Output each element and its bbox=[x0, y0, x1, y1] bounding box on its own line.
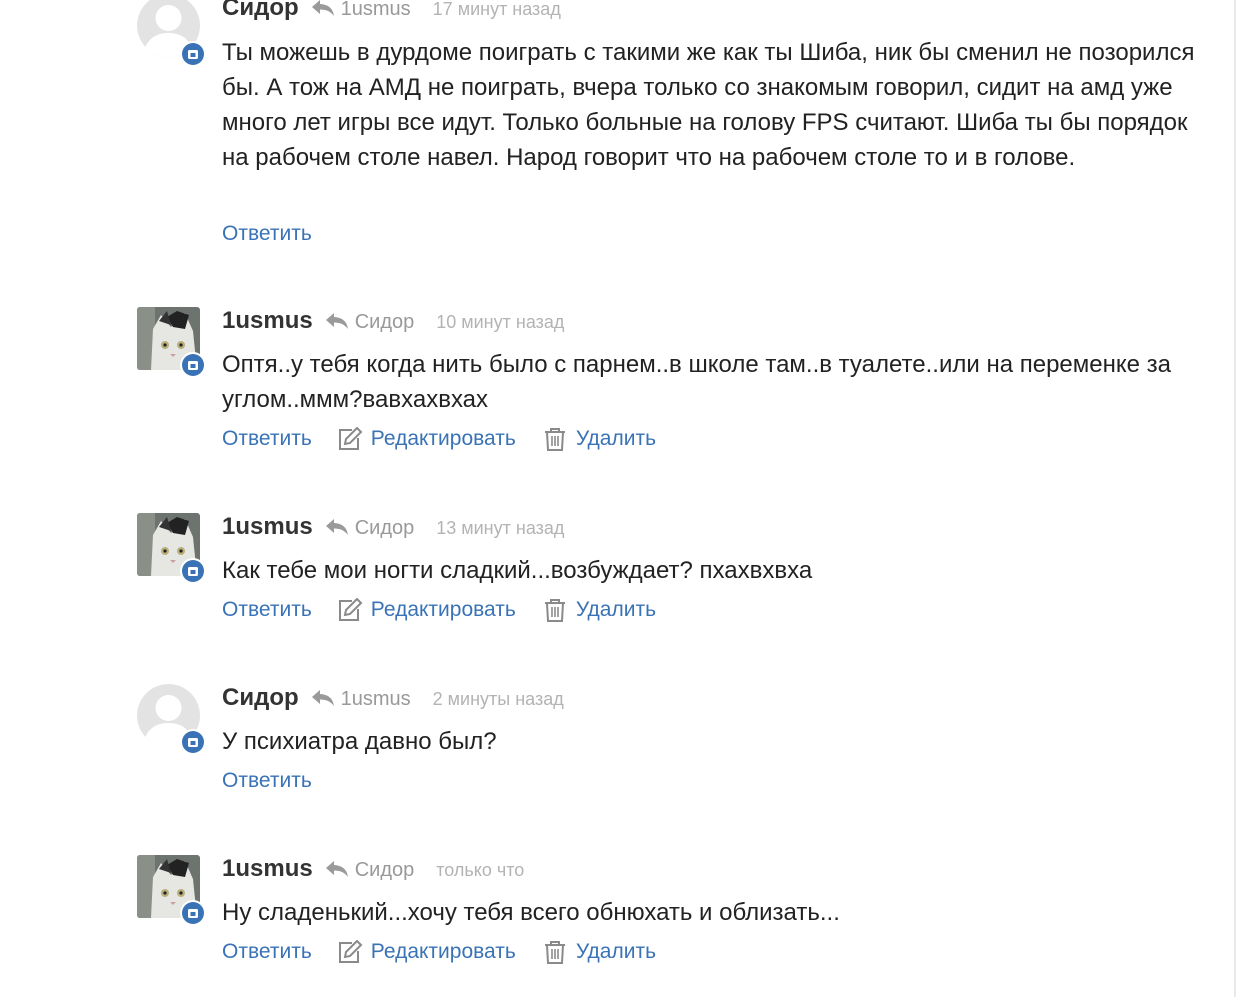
reply-arrow-icon bbox=[325, 860, 349, 878]
edit-button[interactable]: Редактировать bbox=[337, 426, 516, 451]
reply-button[interactable]: Ответить bbox=[222, 940, 312, 964]
camera-badge-icon bbox=[180, 729, 206, 755]
trash-icon bbox=[542, 427, 568, 451]
delete-label: Удалить bbox=[575, 940, 657, 963]
comment-time[interactable]: 2 минуты назад bbox=[433, 689, 564, 710]
comment-time[interactable]: только что bbox=[436, 860, 524, 881]
reply-button[interactable]: Ответить bbox=[222, 427, 312, 451]
comment-author[interactable]: Сидор bbox=[222, 0, 299, 22]
edit-label: Редактировать bbox=[370, 598, 516, 621]
pencil-edit-icon bbox=[337, 597, 363, 622]
delete-label: Удалить bbox=[575, 598, 657, 621]
camera-badge-icon bbox=[180, 900, 206, 926]
reply-arrow-icon bbox=[325, 312, 349, 330]
delete-button[interactable]: Удалить bbox=[542, 427, 656, 451]
delete-label: Удалить bbox=[575, 427, 657, 450]
comment-time[interactable]: 13 минут назад bbox=[436, 518, 564, 539]
pencil-edit-icon bbox=[337, 426, 363, 451]
reply-arrow-icon bbox=[325, 518, 349, 536]
trash-icon bbox=[542, 940, 568, 964]
reply-to-user[interactable]: 1usmus bbox=[341, 0, 411, 21]
reply-button[interactable]: Ответить bbox=[222, 222, 312, 246]
comment-text: Как тебе мои ногти сладкий...возбуждает?… bbox=[222, 557, 813, 584]
comment: 1usmus Сидор 10 минут назад Оптя..у тебя… bbox=[0, 305, 1234, 465]
reply-arrow-icon bbox=[311, 0, 335, 17]
comment-author[interactable]: 1usmus bbox=[222, 855, 313, 883]
comment: 1usmus Сидор только что Ну сладенький...… bbox=[0, 853, 1234, 983]
comment-author[interactable]: 1usmus bbox=[222, 513, 313, 541]
camera-badge-icon bbox=[180, 558, 206, 584]
camera-badge-icon bbox=[180, 352, 206, 378]
reply-to-user[interactable]: Сидор bbox=[355, 859, 415, 882]
comment: 1usmus Сидор 13 минут назад Как тебе мои… bbox=[0, 511, 1234, 641]
edit-label: Редактировать bbox=[370, 427, 516, 450]
reply-button[interactable]: Ответить bbox=[222, 598, 312, 622]
reply-to-user[interactable]: 1usmus bbox=[341, 688, 411, 711]
reply-button[interactable]: Ответить bbox=[222, 769, 312, 793]
comment-time[interactable]: 10 минут назад bbox=[436, 312, 564, 333]
comment: Сидор 1usmus 17 минут назад Ты можешь в … bbox=[0, 0, 1234, 270]
comment-author[interactable]: Сидор bbox=[222, 684, 299, 712]
pencil-edit-icon bbox=[337, 939, 363, 964]
comment: Сидор 1usmus 2 минуты назад У психиатра … bbox=[0, 682, 1234, 812]
comment-author[interactable]: 1usmus bbox=[222, 307, 313, 335]
comment-text: Ну сладенький...хочу тебя всего обнюхать… bbox=[222, 899, 840, 926]
edit-button[interactable]: Редактировать bbox=[337, 597, 516, 622]
comment-text: Оптя..у тебя когда нить было с парнем..в… bbox=[222, 351, 1171, 413]
edit-button[interactable]: Редактировать bbox=[337, 939, 516, 964]
trash-icon bbox=[542, 598, 568, 622]
delete-button[interactable]: Удалить bbox=[542, 940, 656, 964]
page-divider bbox=[1234, 0, 1236, 997]
comment-time[interactable]: 17 минут назад bbox=[433, 0, 561, 20]
delete-button[interactable]: Удалить bbox=[542, 598, 656, 622]
reply-to-user[interactable]: Сидор bbox=[355, 517, 415, 540]
reply-to-user[interactable]: Сидор bbox=[355, 311, 415, 334]
comment-text: У психиатра давно был? bbox=[222, 728, 497, 755]
edit-label: Редактировать bbox=[370, 940, 516, 963]
camera-badge-icon bbox=[180, 41, 206, 67]
reply-arrow-icon bbox=[311, 689, 335, 707]
comment-text: Ты можешь в дурдоме поиграть с такими же… bbox=[222, 39, 1195, 171]
